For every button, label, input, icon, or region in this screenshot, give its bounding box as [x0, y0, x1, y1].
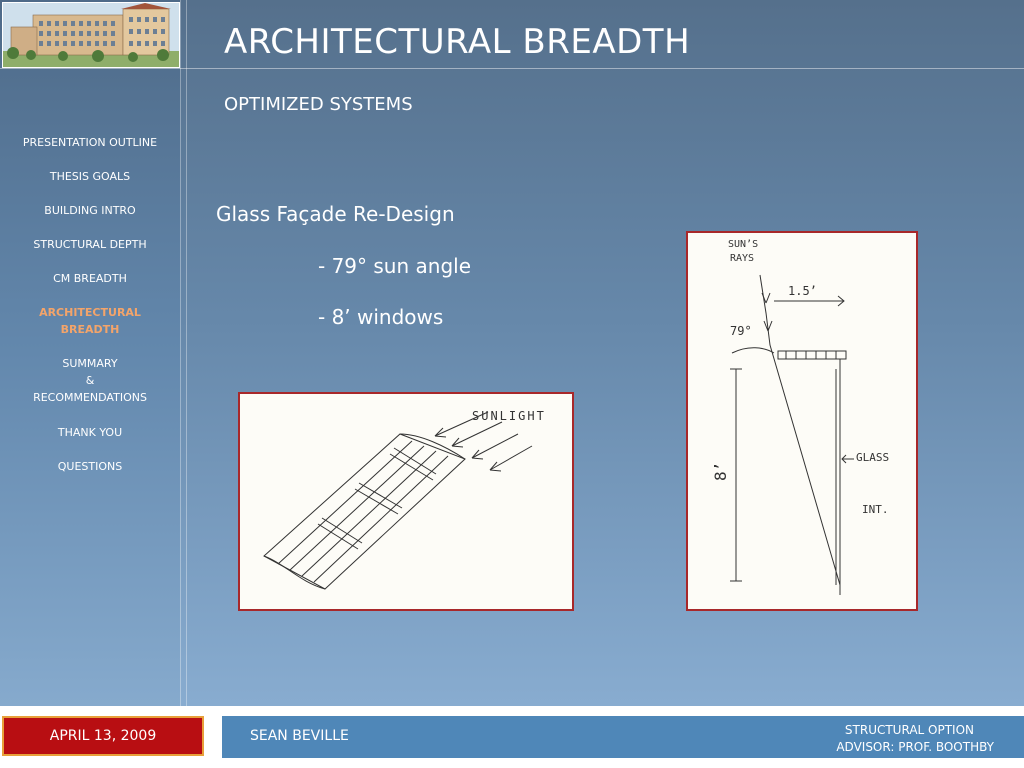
panel-divider [186, 0, 187, 706]
nav-item-thank-you[interactable]: THANK YOU [0, 424, 180, 441]
nav-label-line2: BREADTH [60, 323, 120, 336]
presenter-name: SEAN BEVILLE [250, 728, 349, 744]
sketch-dimension-label: 1.5’ [788, 284, 817, 298]
nav-label-line1: ARCHITECTURAL [39, 306, 141, 319]
nav-item-summary-recommendations[interactable]: SUMMARY & RECOMMENDATIONS [0, 355, 180, 406]
nav-label-line3: RECOMMENDATIONS [33, 391, 147, 404]
sketch-suns-label: SUN’S [728, 239, 758, 250]
option-label: STRUCTURAL OPTION [844, 723, 974, 737]
sun-angle-section-sketch: SUN’S RAYS 1.5’ 79° 8’ GLASS INT. [686, 231, 918, 611]
content-bullet-windows: - 8’ windows [318, 305, 444, 329]
slide-title: ARCHITECTURAL BREADTH [224, 22, 691, 62]
nav-item-thesis-goals[interactable]: THESIS GOALS [0, 168, 180, 185]
nav-label-line1: SUMMARY [62, 357, 118, 370]
nav-item-cm-breadth[interactable]: CM BREADTH [0, 270, 180, 287]
nav-item-questions[interactable]: QUESTIONS [0, 458, 180, 475]
sunshade-sketch: SUNLIGHT [238, 392, 574, 611]
slide-subtitle: OPTIMIZED SYSTEMS [224, 94, 413, 115]
presentation-date: APRIL 13, 2009 [49, 728, 157, 744]
nav-item-building-intro[interactable]: BUILDING INTRO [0, 202, 180, 219]
building-thumbnail [2, 2, 180, 68]
sketch-angle-label: 79° [730, 324, 752, 338]
advisor-label: ADVISOR: PROF. BOOTHBY [836, 740, 994, 754]
content-bullet-sun-angle: - 79° sun angle [318, 254, 471, 278]
sketch-sunlight-label: SUNLIGHT [472, 409, 546, 423]
sketch-interior-label: INT. [862, 503, 889, 516]
left-panel [0, 0, 181, 706]
nav-item-presentation-outline[interactable]: PRESENTATION OUTLINE [0, 134, 180, 151]
header-divider [0, 68, 1024, 69]
sun-angle-drawing: SUN’S RAYS 1.5’ 79° 8’ GLASS INT. [711, 239, 889, 595]
footer-info-bar: SEAN BEVILLE STRUCTURAL OPTION ADVISOR: … [222, 716, 1024, 758]
sketch-rays-label: RAYS [730, 253, 754, 264]
nav-label-line2: & [85, 374, 95, 387]
nav-item-architectural-breadth[interactable]: ARCHITECTURAL BREADTH [0, 304, 180, 338]
building-illustration [3, 3, 179, 67]
sketch-height-label: 8’ [711, 462, 730, 481]
sketch-glass-label: GLASS [856, 451, 889, 464]
content-heading: Glass Façade Re-Design [216, 202, 455, 226]
sunshade-drawing: SUNLIGHT [263, 409, 546, 590]
nav-item-structural-depth[interactable]: STRUCTURAL DEPTH [0, 236, 180, 253]
date-box: APRIL 13, 2009 [2, 716, 204, 756]
